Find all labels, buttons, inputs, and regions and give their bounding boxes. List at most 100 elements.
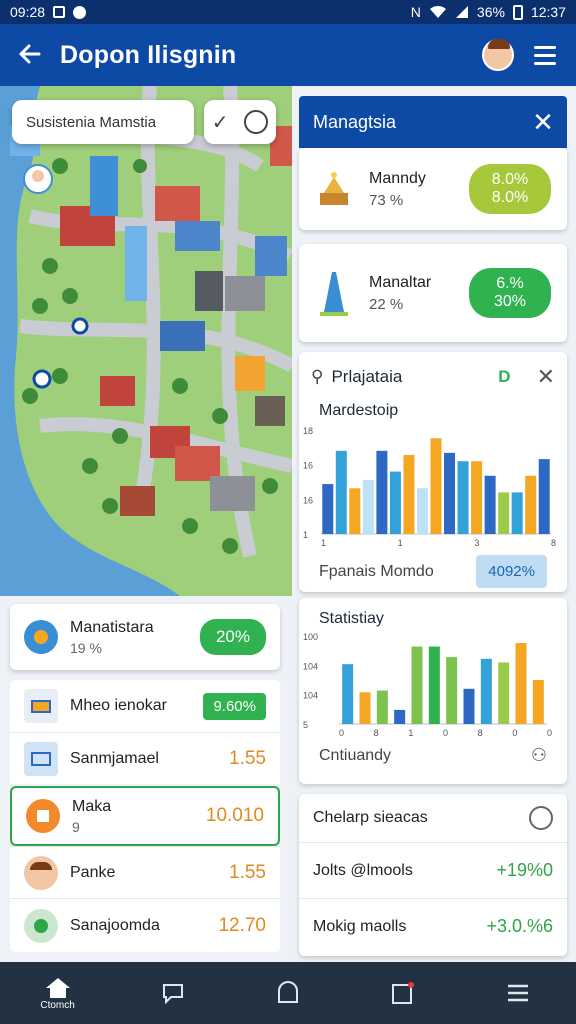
chart-bar [416,488,428,534]
x-tick-label: 0 [443,728,448,738]
home-icon [45,977,70,998]
chart-bar [498,662,510,724]
chart-bar [389,471,401,534]
list-item-label: Panke [70,863,116,881]
chart-bar [394,709,406,724]
user-avatar[interactable] [482,39,514,71]
people-icon[interactable]: ⚇ [531,745,547,766]
list-item[interactable]: Sanmjamael 1.55 [10,732,280,784]
list-item[interactable]: Sanajoomda 12.70 [10,898,280,952]
list-item-sub: 19 % [70,639,102,656]
list-item-value: 1.55 [229,861,266,883]
chart-bar [428,646,440,724]
chart-card-footer: Fpanais Momdo 4092% [299,555,567,588]
chart-bar [484,475,496,534]
chart-bar [342,664,354,724]
y-tick-label: 104 [303,661,318,671]
summary-card-title: Chelarp sieacas [313,809,428,826]
chart-bar [376,450,388,534]
back-arrow-icon[interactable] [0,40,60,71]
list-item[interactable]: Mheo ienokar 9.60% [10,680,280,732]
close-icon[interactable]: ✕ [519,107,567,138]
close-icon[interactable]: ✕ [537,364,555,390]
chart-bar [525,475,537,534]
status-left-text: 09:28 [10,4,46,20]
metric-card[interactable]: Manndy 73 % 8.0% 8.0% [299,148,567,230]
search-icon[interactable]: ⚲ [311,367,323,387]
battery-icon [512,4,523,20]
chart-bar [362,479,374,534]
settings-icon[interactable] [529,806,553,830]
chart-footer-badge: 4092% [476,555,547,588]
map-search-pill[interactable]: Susistenia Mamstia [12,100,194,144]
app-bar: Dopon Ilisgnin [0,24,576,86]
statistics-footer-label: Cntiuandy [319,746,392,764]
home-badge-icon [26,799,60,833]
nav-home[interactable]: Ctomch [18,976,98,1011]
list-item[interactable]: Panke 1.55 [10,846,280,898]
summary-row-label: Mokig maolls [313,917,407,935]
map-tools: ✓ [204,100,276,144]
chart-bar [532,680,544,724]
map-search-label: Susistenia Mamstia [26,113,157,131]
chart-bar [480,658,492,724]
chart-bar [359,692,371,724]
chart-bar [430,438,442,534]
battery-percent: 36% [476,4,505,20]
side-panel-title: Managtsia [313,111,397,132]
pin-tool-icon[interactable]: ✓ [212,110,229,135]
location-icon [24,620,58,654]
metric-sub: 73 % [369,191,404,209]
person-avatar-icon [24,855,58,890]
metric-card[interactable]: Manaltar 22 % 6.% 30% [299,244,567,342]
y-tick-label: 104 [303,691,318,701]
chart-2-plot: 100 104 104 5 0 8 1 0 8 0 0 [303,632,552,738]
list-item-value: 1.55 [229,747,266,769]
x-tick-label: 8 [374,728,379,738]
list-item-label: Manatistara [70,618,154,636]
summary-row-value: +19%0 [496,860,553,880]
chart-bar [403,454,415,534]
x-tick-label: 8 [551,538,556,548]
list-item-tag: 9.60% [203,692,266,720]
metric-pill: 6.% 30% [469,268,551,318]
summary-row[interactable]: Jolts @lmools +19%0 [299,842,567,898]
x-tick-label: 0 [339,728,344,738]
nav-notifications[interactable] [363,981,443,1005]
list-item-selected[interactable]: Maka 9 10.010 [10,786,280,846]
nav-messages[interactable] [133,982,213,1004]
metric-pill: 8.0% 8.0% [469,164,551,214]
city-map[interactable]: Susistenia Mamstia ✓ [0,86,292,596]
wifi-icon [429,5,446,18]
map-illustration [10,86,292,596]
side-panel-header: Managtsia ✕ [299,96,567,148]
locate-icon[interactable] [244,110,269,134]
list-item-label: Mheo ienokar [70,697,167,714]
list-item[interactable]: Manatistara 19 % 20% [10,604,280,670]
x-tick-label: 1 [321,538,326,548]
x-tick-label: 1 [408,728,413,738]
chart-bar [446,657,458,724]
chart-card-label: Prlajataia [331,367,403,386]
nav-home-label: Ctomch [40,999,75,1011]
status-bar: 09:28 N 36% 12:37 [0,0,576,24]
chart-card-tag: D [498,367,511,386]
chart-bar [471,461,483,534]
x-tick-label: 1 [398,538,403,548]
chart-bar [349,488,361,534]
menu-icon[interactable] [514,45,576,65]
summary-card: Chelarp sieacas Jolts @lmools +19%0 Moki… [299,794,567,956]
nav-places[interactable] [248,981,328,1005]
chart-bar [444,452,456,534]
nav-more[interactable] [478,983,558,1003]
chart-bar [511,492,523,534]
hamburger-icon [508,984,529,1002]
list-item-label: Sanmjamael [70,749,159,767]
summary-row[interactable]: Mokig maolls +3.0.%6 [299,898,567,954]
x-tick-label: 0 [547,728,552,738]
chart-bar [322,484,334,534]
notification-icon [73,5,87,19]
chart-card-header: ⚲ Prlajataia D ✕ [299,352,567,402]
chat-icon [162,984,183,1004]
chart-footer-label: Fpanais Momdo [319,562,434,580]
